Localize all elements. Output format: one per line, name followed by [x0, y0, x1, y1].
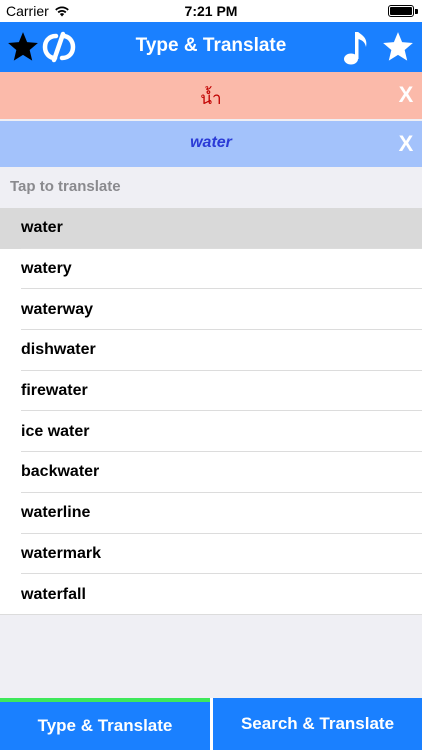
suggestion-list: water watery waterway dishwater firewate… [0, 208, 422, 615]
source-text-bar[interactable]: น้ำ X [0, 72, 422, 119]
header: Type & Translate [0, 22, 422, 72]
battery-tip [415, 9, 418, 14]
clear-source-button[interactable]: X [396, 82, 416, 108]
source-text: น้ำ [200, 89, 222, 108]
list-item[interactable]: firewater [0, 370, 422, 412]
list-item[interactable]: waterfall [0, 574, 422, 615]
target-text: water [190, 134, 232, 151]
list-item[interactable]: backwater [0, 452, 422, 493]
tab-search-translate[interactable]: Search & Translate [213, 698, 422, 750]
tap-to-translate-hint: Tap to translate [0, 167, 422, 208]
music-note-icon[interactable] [342, 29, 370, 67]
battery-icon [388, 5, 414, 17]
tab-bar: Type & Translate Search & Translate [0, 698, 422, 750]
list-item[interactable]: watery [0, 248, 422, 290]
list-item[interactable]: water [0, 208, 422, 249]
clear-target-button[interactable]: X [396, 131, 416, 157]
status-time: 7:21 PM [184, 3, 238, 19]
status-bar: Carrier 7:21 PM [0, 0, 422, 22]
list-item[interactable]: waterline [0, 492, 422, 534]
list-item[interactable]: dishwater [0, 330, 422, 371]
favorites-star-icon[interactable] [381, 30, 415, 64]
list-item[interactable]: waterway [0, 289, 422, 331]
target-text-bar[interactable]: water X [0, 121, 422, 167]
list-item[interactable]: watermark [0, 533, 422, 575]
list-item[interactable]: ice water [0, 411, 422, 453]
tab-type-translate[interactable]: Type & Translate [0, 698, 210, 750]
